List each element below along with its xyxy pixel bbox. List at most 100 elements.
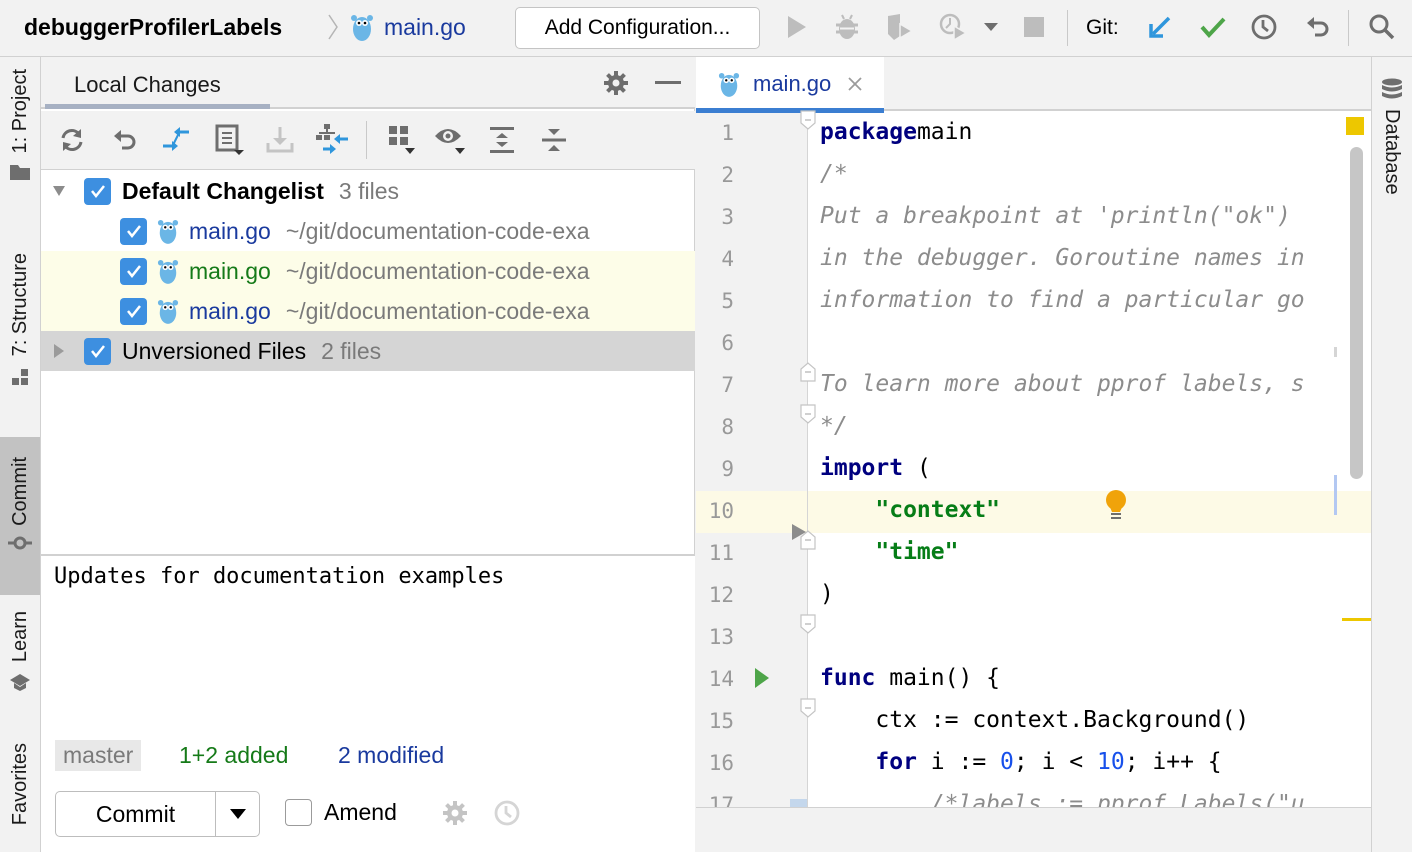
profile-icon[interactable]	[938, 12, 968, 42]
amend-label[interactable]: Amend	[324, 799, 397, 826]
code-line[interactable]: /*labels := pprof.Labels("u	[820, 791, 1305, 807]
run-icon[interactable]	[782, 12, 812, 42]
expand-all-icon[interactable]	[485, 123, 519, 157]
file-row[interactable]: main.go ~/git/documentation-code-exa	[41, 211, 695, 251]
code-line[interactable]: func main() {	[820, 665, 1000, 691]
inspection-status-icon[interactable]	[1346, 117, 1364, 135]
stripe-learn[interactable]: Learn	[0, 611, 40, 711]
fold-start-icon[interactable]	[800, 404, 816, 424]
file-checkbox[interactable]	[120, 217, 147, 245]
modified-summary[interactable]: 2 modified	[338, 742, 444, 769]
expand-arrow-icon[interactable]	[52, 184, 66, 198]
code-line[interactable]: import (	[820, 455, 931, 481]
merge-icon[interactable]	[315, 123, 349, 157]
line-number[interactable]: 8	[696, 415, 734, 439]
stripe-structure[interactable]: 7: Structure	[0, 253, 40, 413]
code-line[interactable]: in the debugger. Goroutine names in	[820, 245, 1305, 271]
line-number[interactable]: 16	[696, 751, 734, 775]
amend-checkbox[interactable]	[285, 799, 312, 826]
changelist-icon[interactable]	[213, 123, 247, 157]
code-line[interactable]: information to find a particular go	[820, 287, 1305, 313]
commit-options-gear-icon[interactable]	[442, 800, 468, 826]
line-number[interactable]: 11	[696, 541, 734, 565]
show-diff-icon[interactable]	[159, 123, 193, 157]
line-number[interactable]: 12	[696, 583, 734, 607]
changelist-checkbox[interactable]	[84, 337, 111, 365]
line-number[interactable]: 17	[696, 793, 734, 807]
changelist-checkbox[interactable]	[84, 177, 111, 205]
code-line[interactable]: ctx := context.Background()	[820, 707, 1249, 733]
code-area[interactable]: packagemain /* Put a breakpoint at 'printl…	[808, 113, 1371, 807]
fold-start-icon[interactable]	[800, 698, 816, 718]
gear-icon[interactable]	[603, 70, 629, 96]
code-line[interactable]: packagemain	[820, 119, 972, 145]
line-number[interactable]: 14	[696, 667, 734, 691]
line-number[interactable]: 15	[696, 709, 734, 733]
run-gutter-icon[interactable]	[754, 667, 770, 689]
rollback-icon[interactable]	[108, 123, 142, 157]
refresh-icon[interactable]	[55, 123, 89, 157]
breadcrumb-file[interactable]: main.go	[384, 14, 466, 41]
tab-local-changes[interactable]: Local Changes	[74, 72, 221, 98]
update-project-icon[interactable]	[1145, 12, 1175, 42]
code-line[interactable]: Put a breakpoint at 'println("ok")	[820, 203, 1291, 229]
line-number[interactable]: 5	[696, 289, 734, 313]
fold-start-icon[interactable]	[800, 614, 816, 634]
search-icon[interactable]	[1367, 12, 1397, 42]
fold-end-icon[interactable]	[800, 530, 816, 550]
code-line[interactable]: /*	[820, 161, 848, 187]
commit-icon[interactable]	[1198, 12, 1228, 42]
line-number[interactable]: 3	[696, 205, 734, 229]
change-marker[interactable]	[1334, 475, 1337, 515]
code-line[interactable]: for i := 0; i < 10; i++ {	[820, 749, 1221, 775]
view-options-icon[interactable]	[433, 123, 467, 157]
code-line[interactable]: "time"	[820, 539, 958, 565]
collapsed-arrow-icon[interactable]	[52, 343, 66, 359]
add-configuration-button[interactable]: Add Configuration...	[515, 7, 760, 49]
close-icon[interactable]	[847, 76, 863, 92]
fold-end-icon[interactable]	[800, 362, 816, 382]
changelist-row[interactable]: Unversioned Files 2 files	[41, 331, 695, 371]
code-line[interactable]: To learn more about pprof labels, s	[820, 371, 1305, 397]
added-summary[interactable]: 1+2 added	[179, 742, 288, 769]
code-line[interactable]: */	[820, 413, 848, 439]
line-number[interactable]: 4	[696, 247, 734, 271]
group-by-icon[interactable]	[385, 123, 419, 157]
stripe-favorites[interactable]: Favorites	[0, 743, 40, 843]
warning-marker[interactable]	[1342, 618, 1371, 621]
stripe-project[interactable]: 1: Project	[0, 69, 40, 219]
shelve-icon[interactable]	[263, 123, 297, 157]
lightbulb-icon[interactable]	[1103, 489, 1129, 521]
commit-message-input[interactable]: Updates for documentation examples	[54, 564, 504, 589]
file-checkbox[interactable]	[120, 257, 147, 285]
breadcrumb-project[interactable]: debuggerProfilerLabels	[24, 14, 282, 41]
line-number[interactable]: 1	[696, 121, 734, 145]
coverage-icon[interactable]	[884, 12, 914, 42]
file-row[interactable]: main.go ~/git/documentation-code-exa	[41, 291, 695, 331]
editor-tab-main-go[interactable]: main.go	[696, 57, 884, 113]
line-number[interactable]: 7	[696, 373, 734, 397]
commit-dropdown-button[interactable]	[216, 792, 259, 836]
history-icon[interactable]	[1249, 12, 1279, 42]
line-number[interactable]: 6	[696, 331, 734, 355]
line-number[interactable]: 13	[696, 625, 734, 649]
code-line[interactable]: )	[820, 581, 834, 607]
fold-start-icon[interactable]	[800, 110, 816, 130]
minimize-icon[interactable]	[655, 81, 681, 85]
stripe-database[interactable]: Database	[1372, 57, 1412, 227]
commit-history-icon[interactable]	[493, 799, 521, 827]
commit-button[interactable]: Commit	[56, 792, 216, 836]
line-number[interactable]: 9	[696, 457, 734, 481]
vertical-scrollbar[interactable]	[1350, 147, 1363, 479]
line-number[interactable]: 2	[696, 163, 734, 187]
collapse-all-icon[interactable]	[537, 123, 571, 157]
file-row[interactable]: main.go ~/git/documentation-code-exa	[41, 251, 695, 291]
debug-icon[interactable]	[832, 12, 862, 42]
code-line[interactable]: "context"	[820, 497, 1000, 523]
line-number[interactable]: 10	[696, 499, 734, 523]
stop-icon[interactable]	[1019, 12, 1049, 42]
vcs-change-marker[interactable]	[790, 799, 807, 807]
changelist-row[interactable]: Default Changelist 3 files	[41, 171, 695, 211]
rollback-icon[interactable]	[1303, 12, 1333, 42]
stripe-commit[interactable]: Commit	[0, 437, 40, 595]
